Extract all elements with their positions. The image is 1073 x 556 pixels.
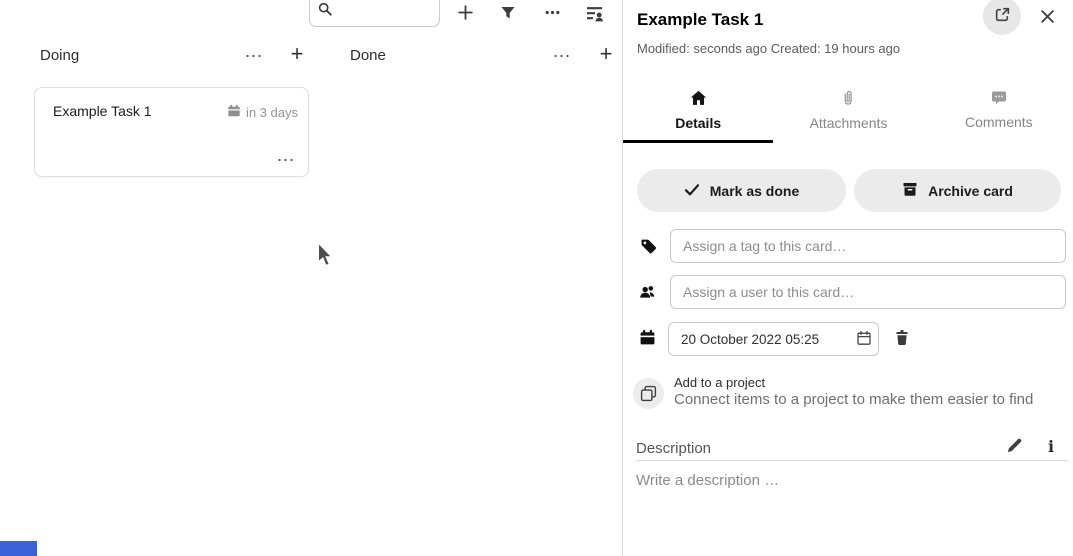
add-card-button[interactable] (452, 1, 478, 27)
tab-attachments-label: Attachments (810, 115, 888, 131)
app-window: Doing ⋯ + Done ⋯ + Example Task 1 in 3 d… (0, 0, 1073, 556)
tab-comments[interactable]: Comments (924, 84, 1073, 143)
calendar-outline-icon (856, 330, 872, 349)
due-date-field[interactable] (668, 322, 879, 356)
tab-comments-label: Comments (965, 114, 1033, 130)
doing-column-menu-button[interactable]: ⋯ (242, 44, 266, 68)
mouse-cursor (317, 242, 333, 268)
users-icon (639, 284, 658, 300)
filter-button[interactable] (495, 1, 521, 27)
card-menu-button[interactable]: ⋯ (274, 150, 298, 170)
archive-card-button[interactable]: Archive card (854, 169, 1061, 212)
accent-indicator (0, 541, 37, 556)
ellipsis-icon: ⋯ (553, 47, 572, 65)
calendar-icon (227, 104, 241, 121)
edit-description-button[interactable] (1001, 435, 1027, 459)
projects-icon (633, 378, 664, 409)
tag-icon (640, 238, 657, 255)
calendar-icon (639, 329, 656, 346)
card-title: Example Task 1 (53, 103, 152, 119)
done-add-card-button[interactable]: + (594, 42, 618, 66)
tab-details-label: Details (675, 115, 721, 131)
add-to-project-button[interactable]: Add to a project Connect items to a proj… (633, 372, 1063, 414)
pencil-icon (1006, 437, 1023, 457)
assign-user-input[interactable] (670, 275, 1066, 309)
tab-attachments[interactable]: Attachments (773, 84, 923, 143)
card-due-date: in 3 days (227, 104, 298, 121)
archive-icon (902, 181, 918, 200)
doing-add-card-button[interactable]: + (285, 42, 309, 66)
search-icon (318, 2, 332, 21)
check-icon (684, 182, 700, 200)
ellipsis-icon (544, 4, 561, 24)
ellipsis-icon: ⋯ (245, 47, 264, 65)
archive-card-label: Archive card (928, 183, 1013, 199)
tab-details[interactable]: Details (623, 84, 773, 143)
plus-icon (457, 4, 474, 24)
home-icon (690, 90, 707, 109)
plus-icon: + (600, 43, 613, 65)
mark-as-done-button[interactable]: Mark as done (637, 169, 846, 212)
close-icon (1040, 9, 1055, 27)
due-date-input[interactable] (669, 332, 850, 347)
panel-title: Example Task 1 (637, 10, 763, 30)
assignee-filter-button[interactable] (582, 2, 608, 28)
card-details-panel: Example Task 1 Modified: seconds ago Cre… (622, 0, 1073, 556)
info-icon: i (1048, 437, 1054, 456)
plus-icon: + (291, 43, 304, 65)
description-label: Description (636, 440, 711, 457)
board-menu-button[interactable] (539, 1, 565, 27)
description-divider (636, 460, 1068, 461)
assign-tag-input[interactable] (670, 229, 1066, 263)
card-due-label: in 3 days (246, 105, 298, 120)
filter-icon (500, 5, 516, 24)
trash-icon (894, 329, 910, 349)
panel-meta: Modified: seconds ago Created: 19 hours … (637, 41, 900, 56)
paperclip-icon (841, 90, 855, 109)
comment-icon (991, 90, 1007, 108)
column-title-done: Done (350, 47, 386, 64)
external-link-icon (994, 6, 1011, 26)
mark-as-done-label: Mark as done (710, 183, 799, 199)
add-to-project-title: Add to a project (674, 375, 765, 390)
assignee-list-icon (586, 5, 605, 25)
search-input[interactable] (338, 6, 438, 21)
add-to-project-subtitle: Connect items to a project to make them … (674, 391, 1033, 408)
open-in-window-button[interactable] (983, 0, 1021, 35)
done-column-menu-button[interactable]: ⋯ (550, 44, 574, 68)
column-title-doing: Doing (40, 47, 79, 64)
description-info-button[interactable]: i (1039, 434, 1063, 458)
panel-tabs: Details Attachments Comments (623, 84, 1073, 143)
description-editor[interactable]: Write a description … (636, 472, 1056, 542)
ellipsis-icon: ⋯ (277, 150, 296, 170)
remove-due-date-button[interactable] (889, 326, 915, 352)
search-box[interactable] (309, 0, 440, 27)
task-card[interactable]: Example Task 1 in 3 days ⋯ (34, 87, 309, 177)
open-calendar-button[interactable] (850, 324, 878, 354)
close-panel-button[interactable] (1036, 7, 1058, 29)
